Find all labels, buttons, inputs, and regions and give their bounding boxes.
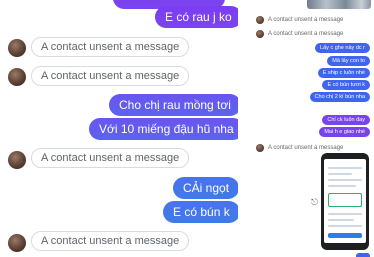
unsent-message-notice: A contact unsent a message xyxy=(268,31,344,37)
share-icon[interactable]: ⎋ xyxy=(311,198,320,207)
screenshot-line xyxy=(328,179,362,181)
contact-avatar[interactable] xyxy=(256,144,264,152)
contact-avatar[interactable] xyxy=(256,16,264,24)
outgoing-message[interactable]: Cho chị rau mồng tơi xyxy=(109,94,238,116)
outgoing-message[interactable]: E có bún k xyxy=(163,201,238,223)
screenshot-line xyxy=(328,213,362,215)
outgoing-message-cut[interactable] xyxy=(356,253,370,257)
contact-avatar[interactable] xyxy=(8,39,26,57)
contact-avatar[interactable] xyxy=(256,30,264,38)
shared-screenshot-image[interactable] xyxy=(321,153,369,250)
unsent-message-notice: A contact unsent a message xyxy=(31,148,190,168)
outgoing-message[interactable]: E có rau j ko xyxy=(155,6,238,28)
screenshot-button xyxy=(328,233,362,238)
outgoing-message[interactable]: Mã lấy con to xyxy=(327,56,370,66)
shared-image[interactable] xyxy=(307,0,371,9)
screenshot-card xyxy=(328,193,362,207)
outgoing-message[interactable]: Cho chị 2 kí bún nha xyxy=(309,92,370,102)
outgoing-message[interactable]: E ship c luôn nhé xyxy=(317,68,370,78)
unsent-message-notice: A contact unsent a message xyxy=(268,145,344,151)
screenshot-line xyxy=(328,167,362,169)
screenshot-line xyxy=(328,173,352,175)
outgoing-message[interactable]: Mai h e giao nhé xyxy=(319,127,370,137)
contact-avatar[interactable] xyxy=(8,234,26,252)
screenshot-line xyxy=(328,225,362,227)
main-conversation: E có rau j ko A contact unsent a message… xyxy=(0,0,238,257)
unsent-message-notice: A contact unsent a message xyxy=(268,17,344,23)
outgoing-message[interactable]: Chỉ ck luôn đay xyxy=(322,115,370,125)
contact-avatar[interactable] xyxy=(8,68,26,86)
unsent-message-notice: A contact unsent a message xyxy=(31,37,190,57)
contact-avatar[interactable] xyxy=(8,151,26,169)
side-conversation-preview: A contact unsent a message A contact uns… xyxy=(250,0,374,257)
outgoing-message[interactable]: E có bún tươi k xyxy=(322,80,370,90)
outgoing-message[interactable]: Lấy c ghe này dc r xyxy=(315,43,370,53)
outgoing-message[interactable]: Với 10 miếng đậu hũ nha xyxy=(89,118,238,140)
unsent-message-notice: A contact unsent a message xyxy=(31,66,190,86)
unsent-message-notice: A contact unsent a message xyxy=(31,231,190,251)
screenshot-content xyxy=(324,159,366,243)
screenshot-line xyxy=(328,219,354,221)
outgoing-message[interactable]: CẢi ngọt xyxy=(173,177,238,199)
screenshot-line xyxy=(328,185,356,187)
